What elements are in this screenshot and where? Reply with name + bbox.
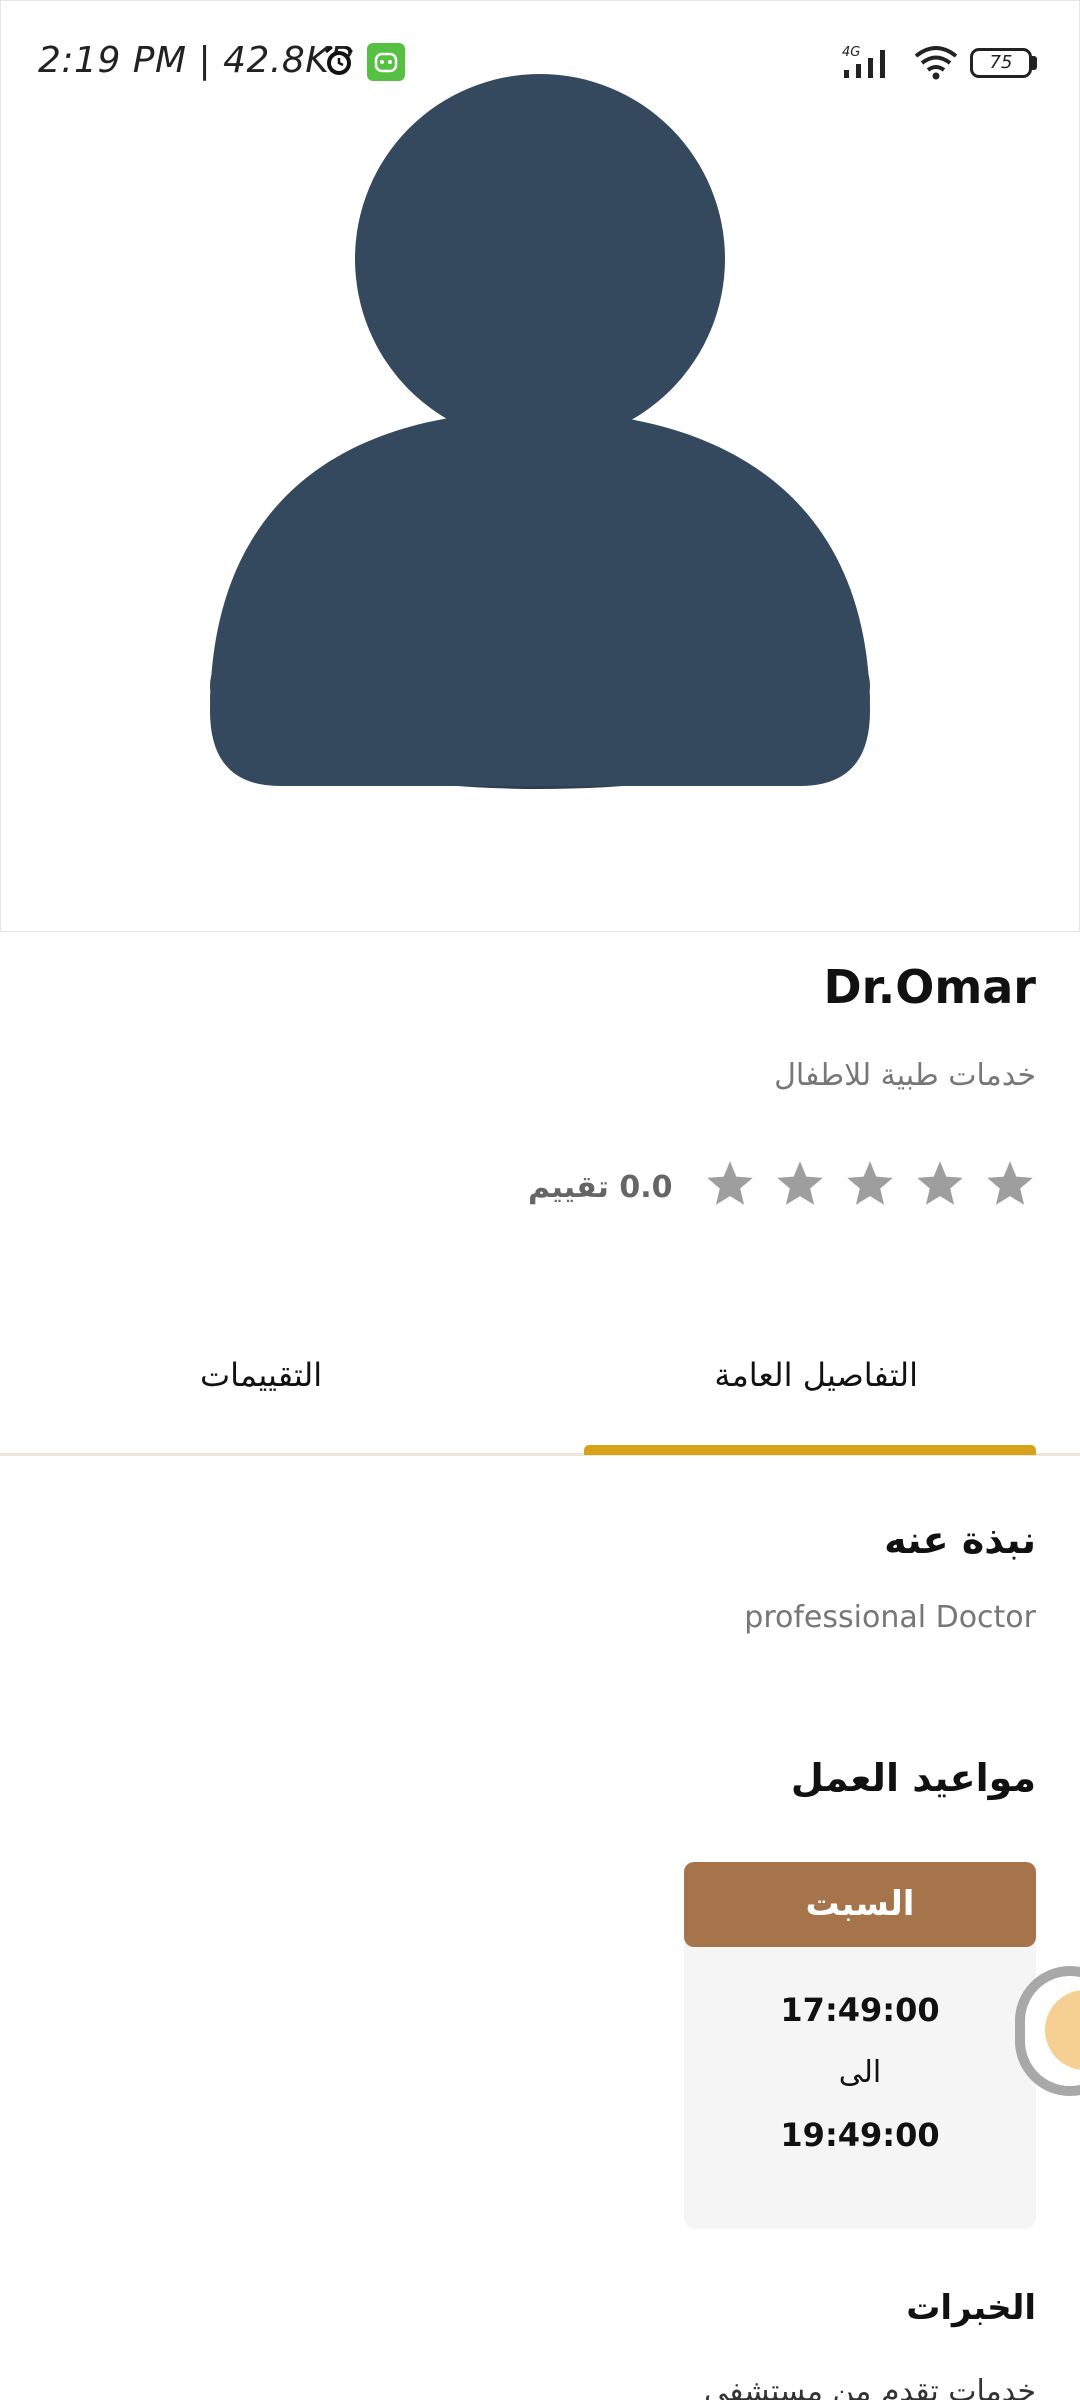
app-notification-icon [367,43,405,81]
working-hours-title: مواعيد العمل [790,1756,1036,1800]
star-icon [847,1161,893,1205]
time-to: 19:49:00 [780,2116,940,2154]
tab-general-details[interactable]: التفاصيل العامة [714,1356,918,1394]
star-icon [707,1161,753,1205]
day-hours: 17:49:00 الى 19:49:00 [684,1939,1036,2229]
time-separator: الى [838,2055,882,2090]
about-title: نبذة عنه [884,1518,1036,1562]
status-time: 2:19 PM | 42.8KB [38,40,355,81]
star-icon [917,1161,963,1205]
alarm-icon [325,45,353,75]
doctor-name: Dr.Omar [823,960,1036,1014]
star-icon [987,1161,1033,1205]
working-day-card: السبت 17:49:00 الى 19:49:00 [684,1862,1036,2229]
star-icon [777,1161,823,1205]
tab-reviews[interactable]: التقييمات [200,1356,322,1394]
status-bar: 2:19 PM | 42.8KB 4G 75 [0,0,1080,130]
wifi-icon [914,46,958,80]
profile-image-area [0,0,1080,932]
rating-count-text: 0.0 تقييم [528,1170,673,1205]
battery-cap [1032,56,1037,70]
details-tabs: التفاصيل العامة التقييمات [0,1330,1080,1456]
day-label: السبت [684,1862,1036,1947]
fab-icon [1045,1990,1080,2070]
battery-indicator: 75 [970,48,1032,78]
time-from: 17:49:00 [780,1991,940,2029]
experience-text: خدمات تقدم من مستشفى [704,2374,1036,2400]
cellular-signal-icon: 4G [842,45,885,78]
experience-title: الخبرات [906,2288,1036,2328]
about-text: professional Doctor [744,1600,1036,1635]
network-type: 4G [842,45,860,60]
doctor-specialty: خدمات طبية للاطفال [774,1058,1036,1093]
rating-stars [704,1158,1036,1210]
default-avatar-icon [210,74,870,789]
active-tab-indicator [584,1445,1036,1455]
